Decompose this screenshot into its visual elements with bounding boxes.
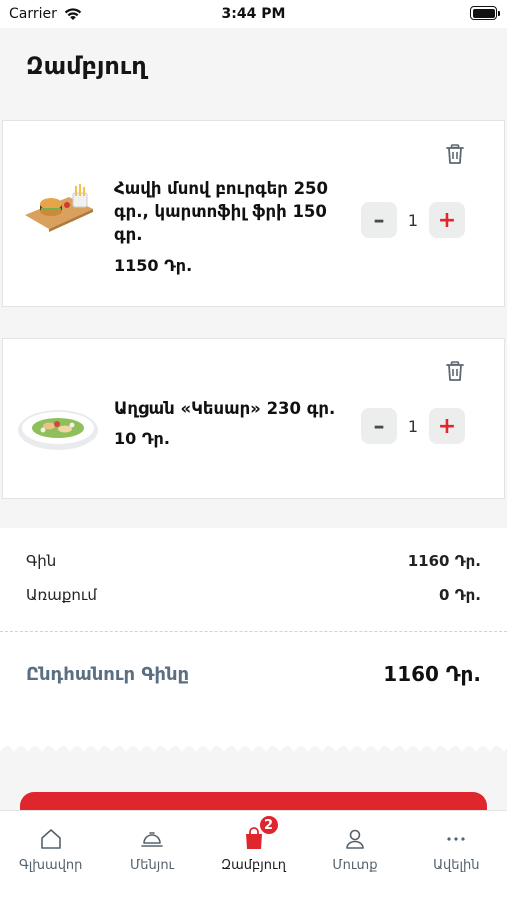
tab-login[interactable]: Մուտք — [304, 811, 405, 900]
increase-button[interactable]: + — [429, 202, 465, 238]
price-value: 1160 Դր. — [407, 552, 481, 570]
item-name-line: Հավի մսով բուրգեր 250 — [114, 179, 329, 198]
tab-more[interactable]: Ավելին — [406, 811, 507, 900]
burger-fries-image — [25, 184, 93, 232]
trash-icon[interactable] — [444, 360, 466, 382]
item-name-line: Աղցան «Կեսար» 230 գր. — [114, 399, 336, 418]
item-name: Հավի մսով բուրգեր 250 գր., կարտոֆիլ ֆրի … — [114, 177, 328, 246]
tab-label: Զամբյուղ — [221, 858, 286, 873]
price-row: Գին 1160 Դր. — [26, 552, 481, 570]
dashed-divider — [0, 631, 507, 632]
total-label: Ընդհանուր Գինը — [26, 664, 190, 685]
cart-item: Աղցան «Կեսար» 230 գր. 10 Դր. – 1 + — [2, 338, 505, 499]
quantity-value: 1 — [407, 416, 419, 436]
battery-icon — [470, 6, 500, 20]
cart-badge: 2 — [257, 814, 280, 836]
cart-item: Հավի մսով բուրգեր 250 գր., կարտոֆիլ ֆրի … — [2, 120, 505, 307]
tab-label: Ավելին — [433, 858, 480, 873]
quantity-stepper: – 1 + — [361, 202, 465, 238]
quantity-value: 1 — [407, 210, 419, 230]
tab-menu[interactable]: Մենյու — [101, 811, 202, 900]
trash-icon[interactable] — [444, 143, 466, 165]
home-icon — [40, 829, 61, 849]
tab-label: Գլխավոր — [18, 858, 83, 873]
total-value: 1160 Դր. — [383, 662, 481, 686]
increase-button[interactable]: + — [429, 408, 465, 444]
cloche-icon — [141, 832, 163, 847]
page-title: Զամբյուղ — [26, 52, 147, 80]
decrease-button[interactable]: – — [361, 202, 397, 238]
decrease-button[interactable]: – — [361, 408, 397, 444]
delivery-value: 0 Դր. — [439, 586, 481, 604]
scalloped-edge — [0, 746, 507, 760]
status-bar: Carrier 3:44 PM — [0, 0, 507, 28]
tab-bar: Գլխավոր Մենյու 2 Զամբյուղ Մուտք Ավելին — [0, 810, 507, 900]
item-price: 1150 Դր. — [114, 256, 193, 275]
delivery-row: Առաքում 0 Դր. — [26, 586, 481, 604]
tab-label: Մենյու — [130, 858, 175, 873]
more-icon — [447, 837, 465, 841]
quantity-stepper: – 1 + — [361, 408, 465, 444]
tab-label: Մուտք — [332, 858, 378, 873]
price-label: Գին — [26, 552, 57, 570]
clock: 3:44 PM — [221, 6, 286, 22]
user-icon — [346, 829, 364, 849]
item-name: Աղցան «Կեսար» 230 գր. — [114, 397, 335, 420]
tab-cart[interactable]: 2 Զամբյուղ — [203, 811, 304, 900]
caesar-salad-image — [18, 410, 98, 450]
item-price: 10 Դր. — [114, 429, 170, 448]
item-name-line: գր., կարտոֆիլ ֆրի 150 — [114, 202, 327, 221]
item-name-line: գր. — [114, 225, 143, 244]
order-summary: Գին 1160 Դր. Առաքում 0 Դր. Ընդհանուր Գին… — [0, 528, 507, 753]
tab-home[interactable]: Գլխավոր — [0, 811, 101, 900]
delivery-label: Առաքում — [26, 586, 97, 604]
